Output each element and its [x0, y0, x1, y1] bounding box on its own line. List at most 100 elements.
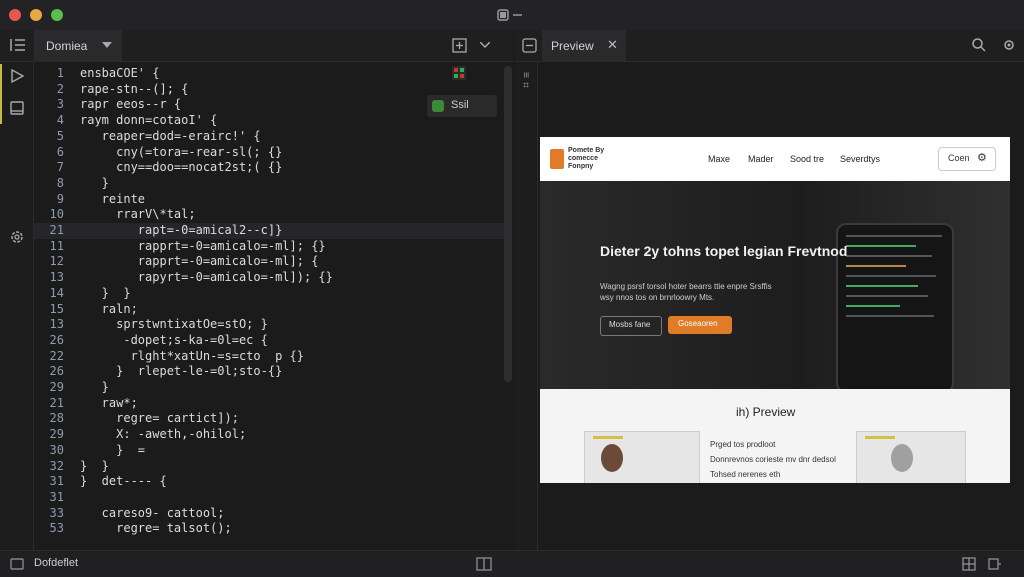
gear-icon[interactable] — [1002, 38, 1016, 52]
close-window-button[interactable] — [9, 9, 21, 21]
code-line[interactable]: 31} det---- { — [34, 474, 504, 490]
code-text: reinte — [80, 191, 146, 206]
code-line[interactable]: 26 -dopet;s-ka-=0l=ec { — [34, 333, 504, 349]
close-tab-icon[interactable]: ✕ — [607, 37, 618, 53]
line-number: 13 — [49, 270, 64, 285]
code-text: -dopet;s-ka-=0l=ec { — [80, 332, 268, 347]
line-number: 21 — [49, 223, 64, 237]
code-editor[interactable]: 1 ensbaCOE' {2 rape-stn--(]; {3 rapr eeos--… — [34, 62, 514, 550]
line-number: 14 — [49, 285, 64, 300]
code-line[interactable]: 13 sprstwntixatOe=stO; } — [34, 317, 504, 333]
code-text: raln; — [80, 301, 138, 316]
nav-link[interactable]: Mader — [748, 154, 774, 164]
code-text: rapyrt=-0=amicalo=-ml]); {} — [80, 270, 333, 285]
site-navbar: Pomete By comecce Fonpny Maxe Mader Sood… — [540, 137, 1010, 182]
code-line[interactable]: 29 } — [34, 380, 504, 396]
code-line[interactable]: 9 reinte — [34, 192, 504, 208]
code-line[interactable]: 12 rapprt=-0=amicalo=-ml]; { — [34, 254, 504, 270]
site-logo-text: Pomete By comecce Fonpny — [568, 147, 605, 170]
tab-preview[interactable]: Preview ✕ — [542, 30, 626, 61]
notifications-icon[interactable] — [988, 557, 1002, 571]
window-layout-icon — [497, 9, 522, 21]
editor-tab-bar: Domiea — [0, 30, 514, 62]
status-bar: Dofdeflet — [0, 550, 1024, 577]
line-number: 26 — [49, 332, 64, 347]
code-line[interactable]: 11 rapprt=-0=amicalo=-ml]; {} — [34, 239, 504, 255]
code-line[interactable]: 28 regre= cartict]); — [34, 411, 504, 427]
code-text: rapt=-0=amical2--c]} — [80, 223, 283, 237]
line-number: 28 — [49, 411, 64, 426]
status-badge[interactable]: Ssil — [427, 95, 497, 117]
nav-link[interactable]: Maxe — [708, 154, 730, 164]
code-line[interactable]: 26 } rlepet-le-=0l;sto-{} — [34, 364, 504, 380]
files-icon[interactable] — [9, 100, 25, 116]
line-number: 30 — [49, 442, 64, 457]
title-bar — [0, 0, 1024, 30]
line-number: 29 — [49, 427, 64, 442]
minimize-window-button[interactable] — [30, 9, 42, 21]
code-line[interactable]: 6 cny(=tora=-rear-sl(; {} — [34, 145, 504, 161]
code-line[interactable]: 29 X: -aweth,-ohilol; — [34, 427, 504, 443]
explorer-toggle-icon[interactable] — [10, 38, 26, 52]
hero-secondary-button[interactable]: Mosbs fane — [600, 316, 662, 336]
line-number: 5 — [56, 128, 64, 143]
line-number: 13 — [49, 317, 64, 332]
grid-layout-icon[interactable] — [962, 557, 976, 571]
code-line[interactable]: 33 careso9- cattool; — [34, 506, 504, 522]
code-line[interactable]: 1 ensbaCOE' { — [34, 66, 504, 82]
more-actions-chevron-icon[interactable] — [480, 42, 490, 49]
code-line[interactable]: 30 } = — [34, 443, 504, 459]
avatar — [891, 444, 913, 472]
line-number: 26 — [49, 364, 64, 379]
line-number: 3 — [56, 97, 64, 112]
line-number: 10 — [49, 207, 64, 222]
code-line[interactable]: 31 — [34, 490, 504, 506]
code-line[interactable]: 53 regre= talsot(); — [34, 521, 504, 537]
code-line[interactable]: 7 cny==doo==nocat2st;( {} — [34, 160, 504, 176]
tab-domiea[interactable]: Domiea — [34, 30, 122, 61]
zoom-window-button[interactable] — [51, 9, 63, 21]
hero-section: Dieter 2y tohns topet legian Frevtnod Wa… — [540, 181, 1010, 393]
code-line[interactable]: 10 rrarV\*tal; — [34, 207, 504, 223]
search-icon[interactable] — [972, 38, 986, 52]
code-line[interactable]: 21 rapt=-0=amical2--c]} — [34, 223, 504, 239]
tab-label: Domiea — [46, 39, 88, 53]
active-indicator — [0, 64, 2, 124]
code-text: ensbaCOE' { — [80, 66, 160, 80]
code-text: } det---- { — [80, 474, 167, 489]
code-line[interactable]: 15 raln; — [34, 302, 504, 318]
status-left-label[interactable]: Dofdeflet — [34, 557, 78, 569]
code-line[interactable]: 5 reaper=dod=-erairc!' { — [34, 129, 504, 145]
settings-gear-icon[interactable] — [8, 228, 26, 246]
code-line[interactable]: 21 raw*; — [34, 396, 504, 412]
site-cta-button[interactable]: Coen ⚙ — [938, 147, 996, 171]
code-text: } — [80, 175, 109, 190]
line-number: 9 — [56, 191, 64, 206]
code-text: } = — [80, 442, 146, 457]
line-number: 8 — [56, 175, 64, 190]
feature-card-right — [856, 431, 966, 483]
line-number: 6 — [56, 144, 64, 159]
preview-panel-icon[interactable] — [522, 38, 537, 53]
nav-link[interactable]: Severdtys — [840, 154, 880, 164]
website-preview[interactable]: Pomete By comecce Fonpny Maxe Mader Sood… — [540, 137, 1010, 483]
code-text: sprstwntixatOe=stO; } — [80, 317, 268, 332]
chevron-down-icon[interactable] — [102, 42, 112, 49]
hero-secondary-label: Mosbs fane — [609, 320, 651, 329]
split-view-icon[interactable] — [476, 557, 492, 571]
hero-primary-button[interactable]: Goseaoren — [668, 316, 732, 334]
run-debug-icon[interactable] — [9, 68, 25, 84]
preview-side-strip: ≡ ⌗ — [515, 62, 538, 550]
hero-subtitle: Wagng psrsf torsol hoter bearrs ttie enp… — [600, 282, 772, 302]
code-line[interactable]: 22 rlght*xatUn-=s=cto p {} — [34, 349, 504, 365]
code-line[interactable]: 13 rapyrt=-0=amicalo=-ml]); {} — [34, 270, 504, 286]
split-editor-icon[interactable] — [452, 38, 467, 53]
code-line[interactable]: 8 } — [34, 176, 504, 192]
code-line[interactable]: 32} } — [34, 459, 504, 475]
nav-link[interactable]: Sood tre — [790, 154, 824, 164]
code-text: reaper=dod=-erairc!' { — [80, 128, 261, 143]
terminal-icon[interactable] — [10, 558, 24, 570]
line-number: 21 — [49, 395, 64, 410]
code-line[interactable]: 14 } } — [34, 286, 504, 302]
editor-scrollbar[interactable] — [504, 66, 512, 382]
